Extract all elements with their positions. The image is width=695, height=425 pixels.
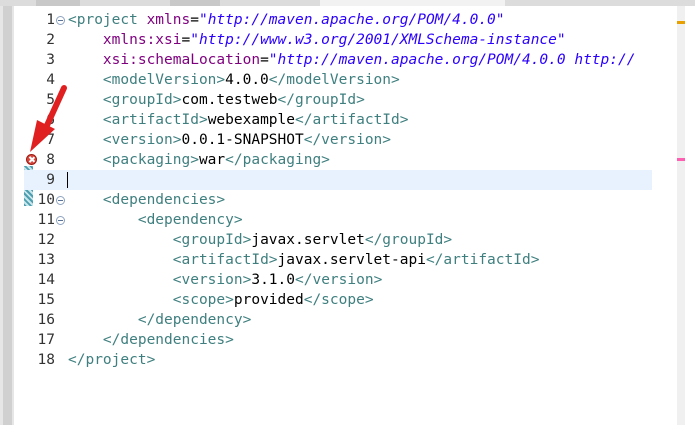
code-editor[interactable]: 1 <project xmlns="http://maven.apache.org… xyxy=(24,6,652,425)
code-line[interactable]: 8 <packaging>war</packaging> xyxy=(24,150,652,170)
line-number: 10 xyxy=(37,192,55,208)
line-number: 18 xyxy=(37,352,55,368)
overview-error-marker[interactable] xyxy=(677,158,685,161)
code-text[interactable]: <scope>provided</scope> xyxy=(68,290,374,310)
code-text[interactable]: <project xmlns="http://maven.apache.org/… xyxy=(68,10,505,30)
line-number: 15 xyxy=(37,292,55,308)
code-text[interactable]: <groupId>com.testweb</groupId> xyxy=(68,90,365,110)
code-line[interactable]: 10 <dependencies> xyxy=(24,190,652,210)
code-text[interactable]: <artifactId>javax.servlet-api</artifactI… xyxy=(68,250,540,270)
code-text[interactable]: <modelVersion>4.0.0</modelVersion> xyxy=(68,70,400,90)
code-line[interactable]: 5 <groupId>com.testweb</groupId> xyxy=(24,90,652,110)
code-text[interactable]: xmlns:xsi="http://www.w3.org/2001/XMLSch… xyxy=(68,30,566,50)
line-number: 11 xyxy=(37,212,55,228)
code-line[interactable]: 2 xmlns:xsi="http://www.w3.org/2001/XMLS… xyxy=(24,30,652,50)
code-line[interactable]: 14 <version>3.1.0</version> xyxy=(24,270,652,290)
code-line[interactable]: 11 <dependency> xyxy=(24,210,652,230)
code-text[interactable]: <artifactId>webexample</artifactId> xyxy=(68,110,409,130)
text-caret xyxy=(67,172,68,188)
code-text[interactable]: <packaging>war</packaging> xyxy=(68,150,330,170)
code-text[interactable]: </dependencies> xyxy=(68,330,234,350)
code-text[interactable]: <groupId>javax.servlet</groupId> xyxy=(68,230,452,250)
line-number: 16 xyxy=(37,312,55,328)
code-text[interactable]: </project> xyxy=(68,350,155,370)
fold-collapse-icon[interactable] xyxy=(56,216,65,225)
line-number: 9 xyxy=(46,172,55,188)
code-text[interactable]: <version>3.1.0</version> xyxy=(68,270,383,290)
code-line[interactable]: 13 <artifactId>javax.servlet-api</artifa… xyxy=(24,250,652,270)
code-line[interactable]: 18 </project> xyxy=(24,350,652,370)
overview-warning-marker[interactable] xyxy=(677,21,685,24)
code-line[interactable]: 12 <groupId>javax.servlet</groupId> xyxy=(24,230,652,250)
code-line[interactable]: 7 <version>0.0.1-SNAPSHOT</version> xyxy=(24,130,652,150)
line-number: 14 xyxy=(37,272,55,288)
code-text[interactable]: <dependency> xyxy=(68,210,243,230)
code-line[interactable]: 6 <artifactId>webexample</artifactId> xyxy=(24,110,652,130)
code-text[interactable]: <dependencies> xyxy=(68,190,225,210)
line-number: 17 xyxy=(37,332,55,348)
fold-collapse-icon[interactable] xyxy=(56,196,65,205)
code-line[interactable]: 16 </dependency> xyxy=(24,310,652,330)
line-number: 13 xyxy=(37,252,55,268)
code-line[interactable]: 3 xsi:schemaLocation="http://maven.apach… xyxy=(24,50,652,70)
code-line[interactable]: 4 <modelVersion>4.0.0</modelVersion> xyxy=(24,70,652,90)
code-text[interactable]: xsi:schemaLocation="http://maven.apache.… xyxy=(68,50,636,70)
red-annotation-arrow xyxy=(30,85,67,152)
code-text[interactable]: <version>0.0.1-SNAPSHOT</version> xyxy=(68,130,391,150)
code-line[interactable]: 9 xyxy=(24,170,652,190)
code-line[interactable]: 17 </dependencies> xyxy=(24,330,652,350)
code-text[interactable]: </dependency> xyxy=(68,310,252,330)
code-line[interactable]: 15 <scope>provided</scope> xyxy=(24,290,652,310)
code-line[interactable]: 1 <project xmlns="http://maven.apache.org… xyxy=(24,10,652,30)
line-number: 12 xyxy=(37,232,55,248)
overview-ruler[interactable] xyxy=(668,6,695,425)
